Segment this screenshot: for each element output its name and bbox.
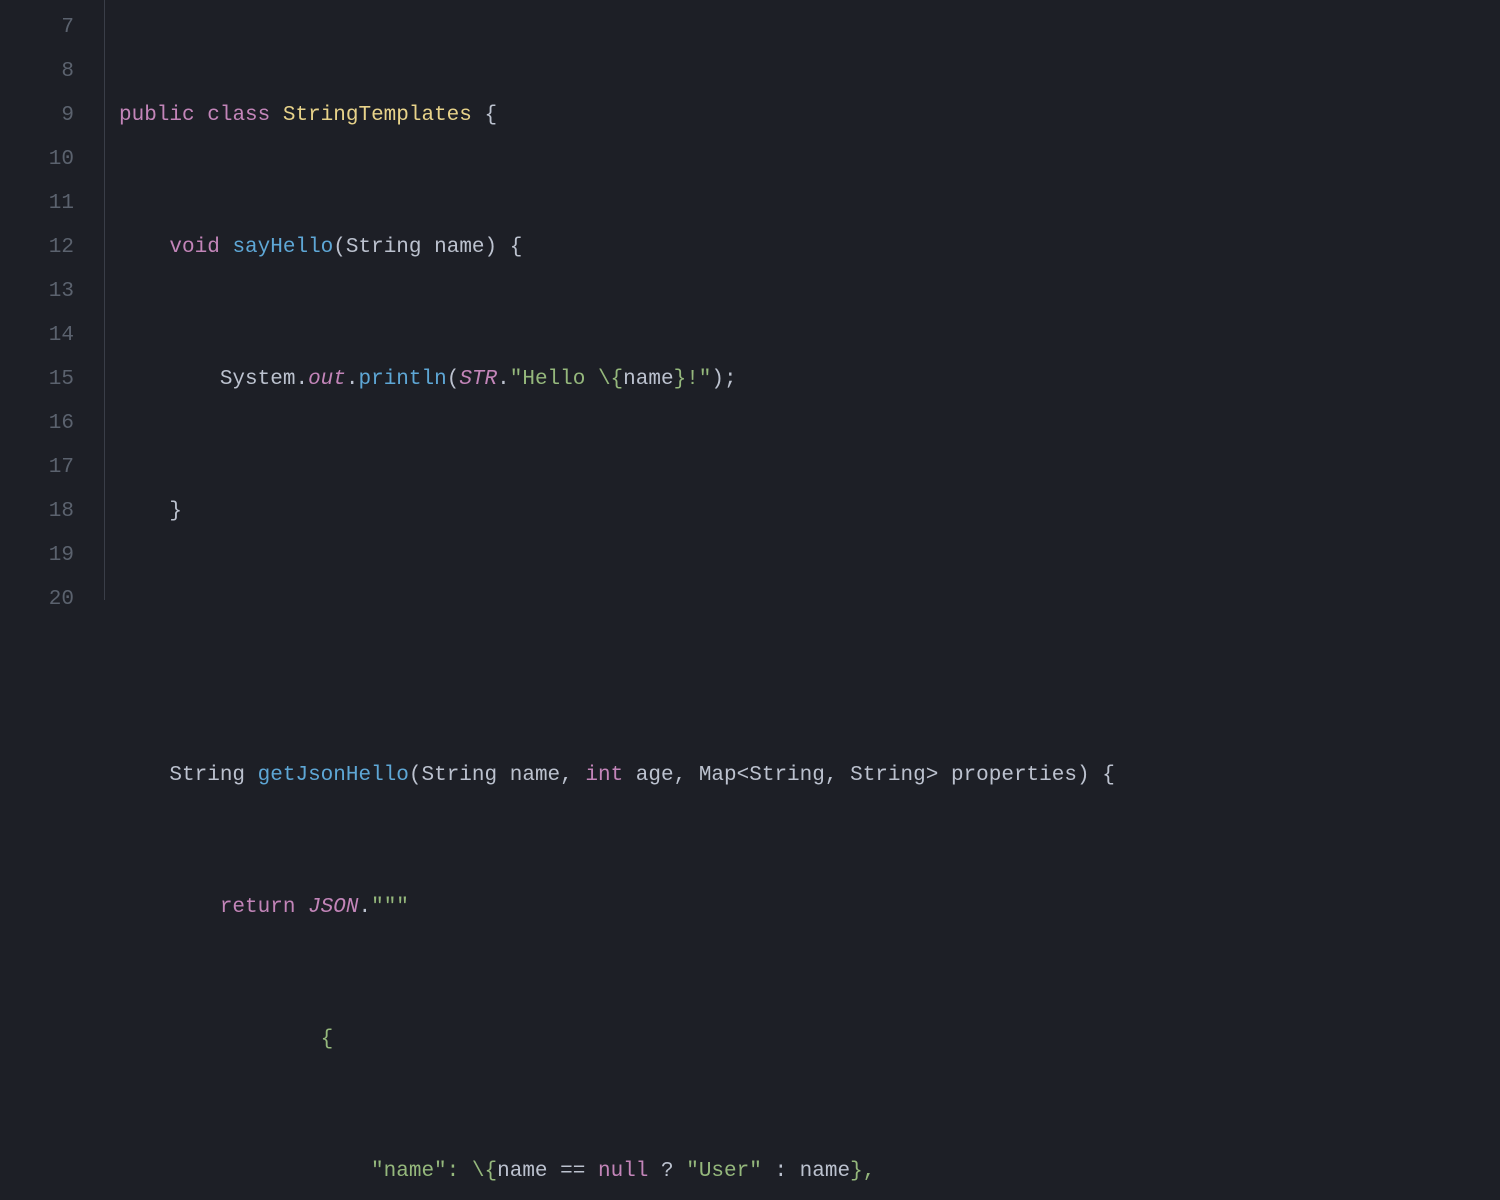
type-string: String — [422, 764, 498, 787]
keyword-public: public — [119, 104, 195, 127]
angle-open: < — [737, 764, 750, 787]
identifier-system: System — [220, 368, 296, 391]
paren-close: ) — [1077, 764, 1090, 787]
param-name: name — [510, 764, 560, 787]
json-comma: , — [863, 1160, 876, 1183]
comma: , — [825, 764, 838, 787]
comma: , — [560, 764, 573, 787]
line-number-gutter: 7 8 9 10 11 12 13 14 15 16 17 18 19 20 — [0, 0, 105, 600]
json-brace-open: { — [321, 1028, 334, 1051]
processor-json: JSON — [308, 896, 358, 919]
paren-open: ( — [409, 764, 422, 787]
processor-str: STR — [459, 368, 497, 391]
brace-open: { — [1102, 764, 1115, 787]
line-number: 14 — [0, 314, 74, 358]
method-name: getJsonHello — [258, 764, 409, 787]
string-literal: "Hello — [510, 368, 598, 391]
code-line[interactable]: "name": \{name == null ? "User" : name}, — [119, 1150, 1115, 1194]
type-string: String — [749, 764, 825, 787]
paren-open: ( — [447, 368, 460, 391]
keyword-class: class — [207, 104, 270, 127]
brace-open: { — [510, 236, 523, 259]
param-name: name — [497, 1160, 547, 1183]
type-string: String — [169, 764, 245, 787]
line-number: 8 — [0, 50, 74, 94]
line-number: 9 — [0, 94, 74, 138]
line-number: 7 — [0, 6, 74, 50]
keyword-int: int — [585, 764, 623, 787]
keyword-null: null — [598, 1160, 648, 1183]
dot: . — [295, 368, 308, 391]
line-number: 20 — [0, 578, 74, 622]
code-line[interactable] — [119, 622, 1115, 666]
code-line[interactable]: public class StringTemplates { — [119, 94, 1115, 138]
code-line[interactable]: { — [119, 1018, 1115, 1062]
type-string: String — [346, 236, 422, 259]
param-name: name — [623, 368, 673, 391]
line-number: 12 — [0, 226, 74, 270]
line-number: 19 — [0, 534, 74, 578]
keyword-void: void — [169, 236, 219, 259]
brace-close: } — [169, 500, 182, 523]
method-name: sayHello — [232, 236, 333, 259]
class-name: StringTemplates — [283, 104, 472, 127]
line-number: 16 — [0, 402, 74, 446]
code-line[interactable]: System.out.println(STR."Hello \{name}!")… — [119, 358, 1115, 402]
embed-close: } — [674, 368, 687, 391]
code-line[interactable]: void sayHello(String name) { — [119, 226, 1115, 270]
line-number: 18 — [0, 490, 74, 534]
param-name: name — [434, 236, 484, 259]
embed-open: \{ — [472, 1160, 497, 1183]
paren-close: ) — [485, 236, 498, 259]
brace-open: { — [485, 104, 498, 127]
code-editor[interactable]: 7 8 9 10 11 12 13 14 15 16 17 18 19 20 p… — [0, 0, 1500, 600]
json-key-name: "name" — [371, 1160, 447, 1183]
line-number: 11 — [0, 182, 74, 226]
code-area[interactable]: public class StringTemplates { void sayH… — [105, 0, 1115, 600]
angle-close: > — [926, 764, 939, 787]
embed-close: } — [850, 1160, 863, 1183]
line-number: 13 — [0, 270, 74, 314]
method-println: println — [358, 368, 446, 391]
semicolon: ; — [724, 368, 737, 391]
param-age: age — [636, 764, 674, 787]
param-properties: properties — [951, 764, 1077, 787]
comma: , — [674, 764, 687, 787]
code-line[interactable]: return JSON.""" — [119, 886, 1115, 930]
code-line[interactable]: String getJsonHello(String name, int age… — [119, 754, 1115, 798]
code-line[interactable]: } — [119, 490, 1115, 534]
type-map: Map — [699, 764, 737, 787]
line-number: 15 — [0, 358, 74, 402]
keyword-return: return — [220, 896, 296, 919]
field-out: out — [308, 368, 346, 391]
embed-open: \{ — [598, 368, 623, 391]
op-ternary-colon: : — [774, 1160, 787, 1183]
param-name: name — [800, 1160, 850, 1183]
string-literal: !" — [686, 368, 711, 391]
dot: . — [497, 368, 510, 391]
type-string: String — [850, 764, 926, 787]
paren-open: ( — [333, 236, 346, 259]
json-colon: : — [447, 1160, 460, 1183]
line-number: 10 — [0, 138, 74, 182]
triple-quote-open: """ — [371, 896, 409, 919]
op-eqeq: == — [560, 1160, 585, 1183]
dot: . — [358, 896, 371, 919]
string-user: "User" — [686, 1160, 762, 1183]
line-number: 17 — [0, 446, 74, 490]
paren-close: ) — [711, 368, 724, 391]
op-ternary-q: ? — [661, 1160, 674, 1183]
dot: . — [346, 368, 359, 391]
